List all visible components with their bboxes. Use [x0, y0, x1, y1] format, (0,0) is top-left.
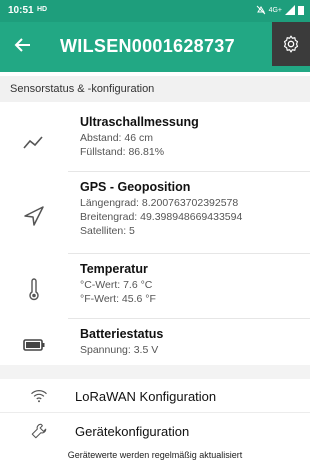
section-header: Sensorstatus & -konfiguration [0, 76, 310, 102]
page-title: WILSEN0001628737 [60, 36, 235, 56]
divider [68, 171, 310, 172]
menu-item-geraetekonfiguration[interactable]: Gerätekonfiguration [0, 416, 310, 448]
item-batterie[interactable]: Batteriestatus Spannung: 3.5 V [0, 327, 310, 363]
menu-item-lorawan[interactable]: LoRaWAN Konfiguration [0, 381, 310, 413]
hd-indicator: HD [37, 6, 48, 13]
back-arrow-icon [14, 38, 30, 52]
signal-icon [285, 5, 295, 15]
section-gap [0, 365, 310, 379]
battery-icon [23, 339, 45, 351]
divider [0, 412, 310, 413]
battery-status-icon [298, 6, 304, 15]
item-title: Ultraschallmessung [80, 115, 199, 129]
section-title: Sensorstatus & -konfiguration [10, 83, 155, 95]
menu-label: Gerätekonfiguration [75, 424, 190, 439]
status-bar: 10:51 HD 4G+ [0, 0, 310, 22]
item-detail: Füllstand: 86.81% [80, 146, 165, 158]
status-icons: 4G+ [256, 5, 304, 15]
item-detail: Längengrad: 8.200763702392578 [80, 197, 239, 209]
navigation-arrow-icon [24, 206, 44, 226]
wifi-icon [31, 390, 47, 403]
item-detail: Satelliten: 5 [80, 225, 135, 237]
settings-button[interactable] [272, 22, 310, 66]
item-detail: °F-Wert: 45.6 °F [80, 293, 156, 305]
divider [68, 253, 310, 254]
network-type: 4G+ [268, 6, 282, 14]
item-detail: Abstand: 46 cm [80, 132, 153, 144]
item-ultraschall[interactable]: Ultraschallmessung Abstand: 46 cm Füllst… [0, 115, 310, 171]
item-title: Temperatur [80, 262, 148, 276]
item-title: GPS - Geoposition [80, 180, 191, 194]
item-detail: Breitengrad: 49.398948669433594 [80, 211, 243, 223]
menu-label: LoRaWAN Konfiguration [75, 389, 217, 404]
app-bar: WILSEN0001628737 [0, 22, 310, 72]
divider [68, 318, 310, 319]
thermometer-icon [29, 278, 39, 301]
footer-text: Gerätewerte werden regelmäßig aktualisie… [67, 450, 243, 460]
item-title: Batteriestatus [80, 327, 164, 341]
status-time: 10:51 [8, 5, 34, 16]
item-temperatur[interactable]: Temperatur °C-Wert: 7.6 °C °F-Wert: 45.6… [0, 262, 310, 318]
item-detail: °C-Wert: 7.6 °C [80, 279, 153, 291]
back-button[interactable] [10, 32, 36, 58]
gear-icon [283, 35, 299, 53]
item-detail: Spannung: 3.5 V [80, 344, 159, 356]
mute-icon [256, 5, 265, 15]
wrench-icon [31, 423, 47, 439]
item-gps[interactable]: GPS - Geoposition Längengrad: 8.20076370… [0, 180, 310, 252]
trend-line-icon [23, 136, 43, 149]
